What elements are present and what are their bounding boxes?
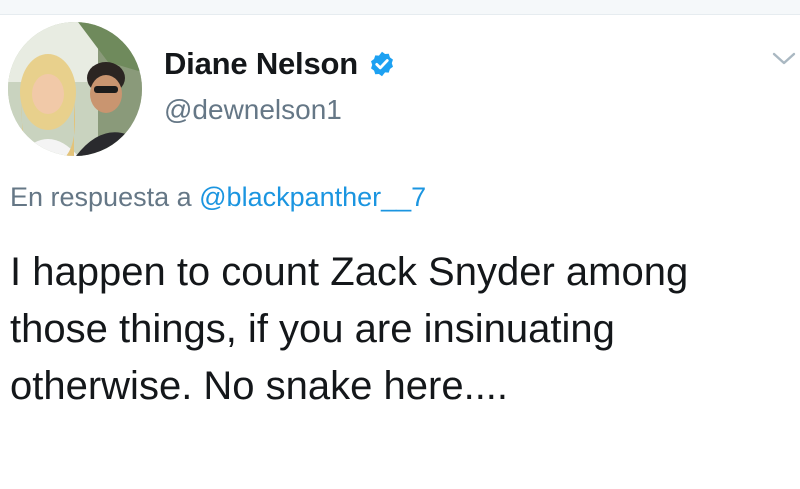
author-display-name[interactable]: Diane Nelson	[164, 46, 358, 82]
chevron-down-icon[interactable]	[770, 50, 798, 68]
avatar-photo	[8, 22, 142, 156]
reply-prefix: En respuesta a	[10, 182, 192, 212]
reply-context: En respuesta a @blackpanther__7	[10, 182, 426, 213]
tweet-text: I happen to count Zack Snyder among thos…	[10, 250, 689, 408]
avatar[interactable]	[8, 22, 142, 156]
author-handle[interactable]: @dewnelson1	[164, 94, 342, 126]
verified-badge-icon	[371, 51, 393, 77]
top-divider	[0, 0, 800, 15]
author-name-row: Diane Nelson	[164, 44, 396, 84]
reply-mention-link[interactable]: @blackpanther__7	[199, 182, 426, 212]
